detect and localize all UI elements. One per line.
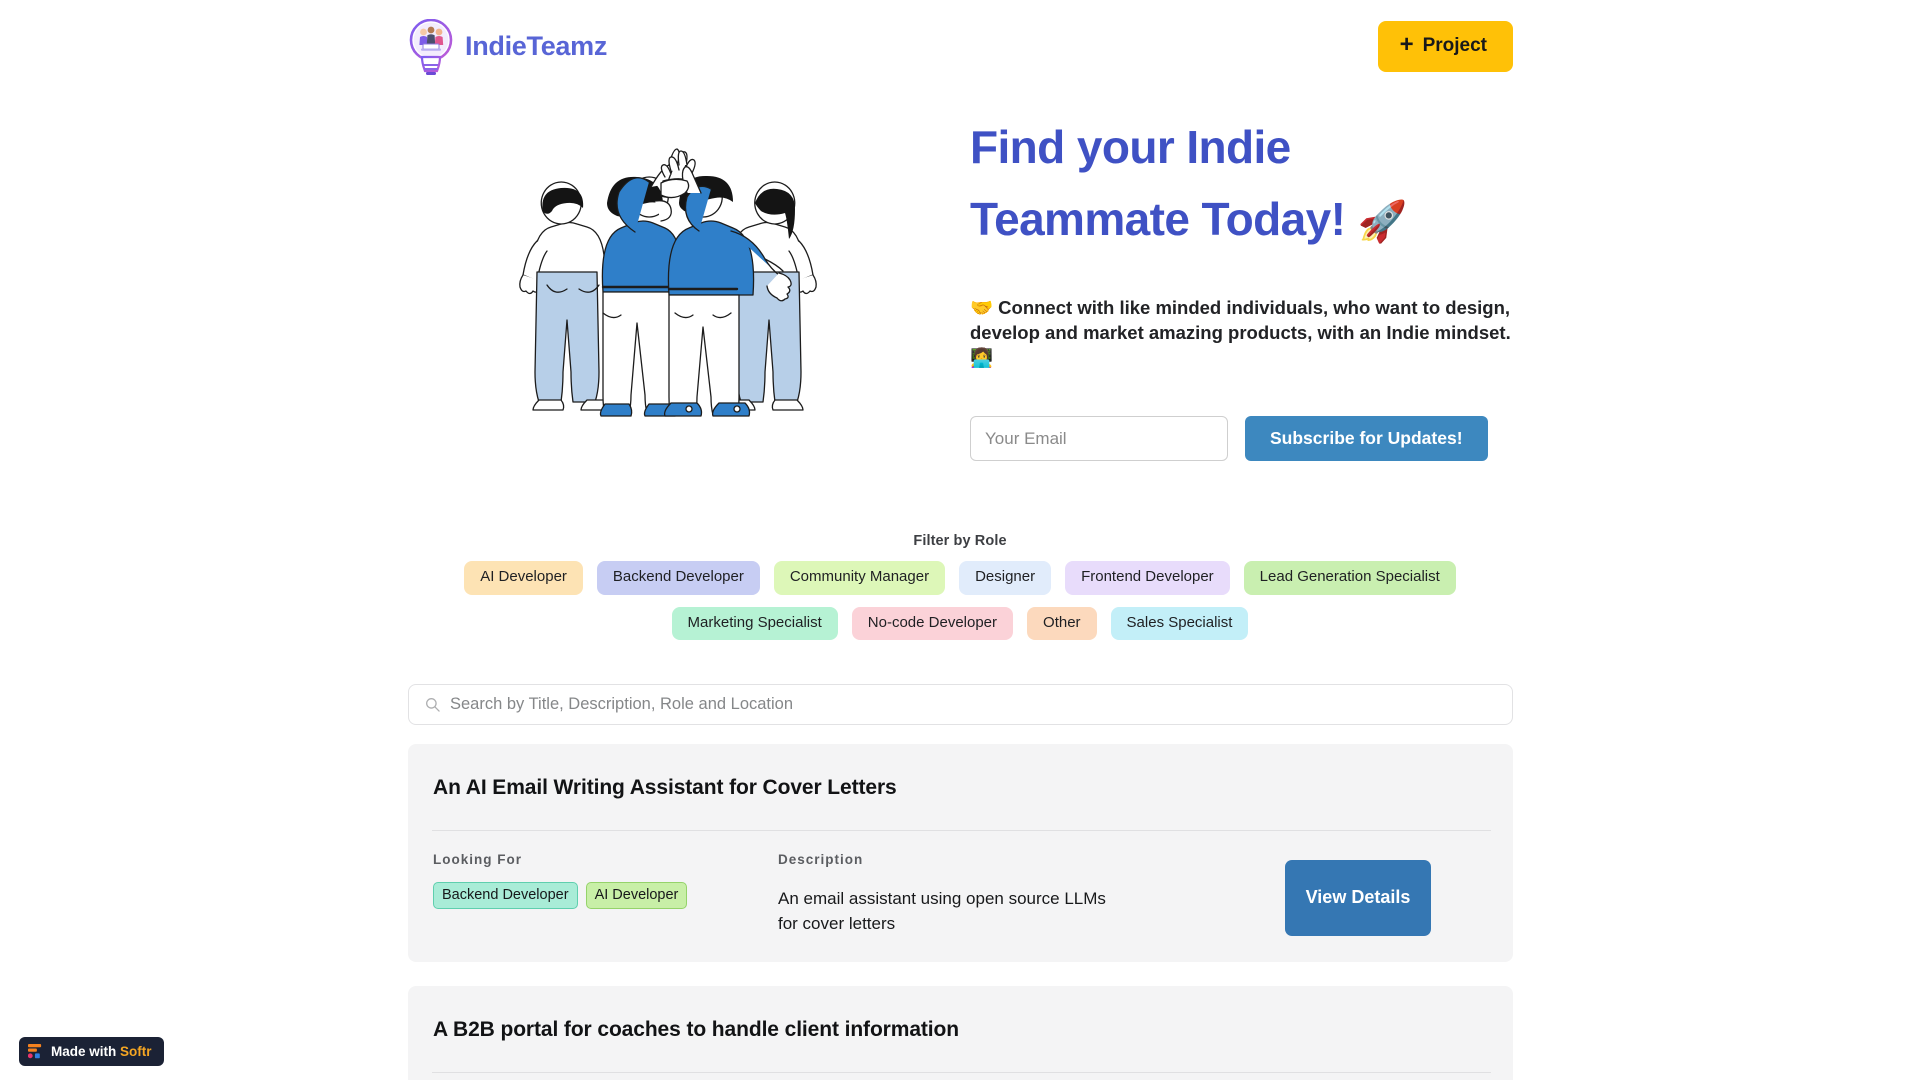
action-column: View Details bbox=[1227, 852, 1489, 936]
search-icon bbox=[425, 697, 440, 712]
description-column: Description An email assistant using open… bbox=[776, 852, 1227, 936]
hero-subtitle: 🤝 Connect with like minded individuals, … bbox=[970, 297, 1511, 368]
filter-by-role-label: Filter by Role bbox=[913, 533, 1007, 549]
role-pill[interactable]: AI Developer bbox=[464, 561, 583, 595]
project-card-title: An AI Email Writing Assistant for Cover … bbox=[433, 776, 897, 799]
role-pill[interactable]: Community Manager bbox=[773, 561, 946, 595]
lightbulb-team-logo-icon bbox=[408, 18, 454, 75]
description-label: Description bbox=[778, 852, 864, 867]
project-description: An email assistant using open source LLM… bbox=[778, 889, 1106, 933]
card-divider bbox=[432, 1072, 1491, 1073]
project-card[interactable]: A B2B portal for coaches to handle clien… bbox=[408, 986, 1513, 1080]
looking-for-label: Looking For bbox=[433, 852, 522, 867]
role-pill-list: AI Developer Backend Developer Community M… bbox=[0, 561, 1920, 640]
site-header: IndieTeamz + Project bbox=[0, 0, 1920, 93]
plus-icon: + bbox=[1399, 31, 1414, 58]
team-high-five-illustration-icon bbox=[519, 148, 817, 417]
search-section bbox=[408, 684, 1513, 725]
email-field[interactable] bbox=[970, 416, 1228, 461]
brand-name: IndieTeamz bbox=[465, 31, 608, 61]
role-pill[interactable]: Marketing Specialist bbox=[671, 606, 838, 640]
rocket-icon: 🚀 bbox=[1357, 200, 1408, 244]
subscribe-button[interactable]: Subscribe for Updates! bbox=[1245, 416, 1488, 461]
project-card-body: Looking For Backend Developer AI Developer… bbox=[432, 831, 1489, 936]
softr-badge-prefix: Made with bbox=[51, 1044, 117, 1059]
role-pill[interactable]: Lead Generation Specialist bbox=[1243, 561, 1456, 595]
made-with-softr-badge[interactable]: Made with Softr bbox=[19, 1037, 164, 1066]
view-details-button[interactable]: View Details bbox=[1284, 860, 1432, 936]
softr-logo-icon bbox=[27, 1044, 43, 1059]
project-card-list: An AI Email Writing Assistant for Cover … bbox=[408, 744, 1513, 1080]
hero-illustration bbox=[408, 93, 928, 461]
page-root: IndieTeamz + Project Find your Indie Tea… bbox=[0, 0, 1920, 1080]
looking-for-column: Looking For Backend Developer AI Developer bbox=[432, 852, 776, 936]
hero-title-line2: Today! bbox=[1201, 193, 1346, 245]
search-input[interactable] bbox=[450, 695, 1496, 714]
add-project-button-label: Project bbox=[1422, 35, 1487, 56]
role-pill[interactable]: Sales Specialist bbox=[1110, 606, 1249, 640]
search-box[interactable] bbox=[408, 684, 1513, 725]
role-pill[interactable]: Backend Developer bbox=[596, 561, 760, 595]
page-title: Find your Indie Teammate Today! 🚀 bbox=[970, 111, 1512, 258]
role-pill[interactable]: No-code Developer bbox=[851, 606, 1014, 640]
role-pill[interactable]: Other bbox=[1027, 606, 1097, 640]
role-pill[interactable]: Designer bbox=[959, 561, 1052, 595]
hero-copy: Find your Indie Teammate Today! 🚀 🤝 Conn… bbox=[928, 93, 1512, 461]
softr-badge-text: Made with Softr bbox=[51, 1044, 152, 1059]
project-card-title: A B2B portal for coaches to handle clien… bbox=[433, 1018, 959, 1041]
brand-logo-group[interactable]: IndieTeamz bbox=[408, 18, 608, 75]
role-filter-section: Filter by Role AI Developer Backend Devel… bbox=[0, 533, 1920, 640]
project-card[interactable]: An AI Email Writing Assistant for Cover … bbox=[408, 744, 1513, 962]
role-tag: AI Developer bbox=[585, 882, 688, 910]
role-pill[interactable]: Frontend Developer bbox=[1065, 561, 1230, 595]
role-tag-list: Backend Developer AI Developer bbox=[433, 882, 776, 910]
role-tag: Backend Developer bbox=[433, 882, 578, 910]
softr-brand-name: Softr bbox=[120, 1044, 152, 1059]
hero-section: Find your Indie Teammate Today! 🚀 🤝 Conn… bbox=[0, 93, 1920, 461]
add-project-button[interactable]: + Project bbox=[1377, 21, 1513, 72]
subscribe-form: Subscribe for Updates! bbox=[970, 416, 1512, 461]
